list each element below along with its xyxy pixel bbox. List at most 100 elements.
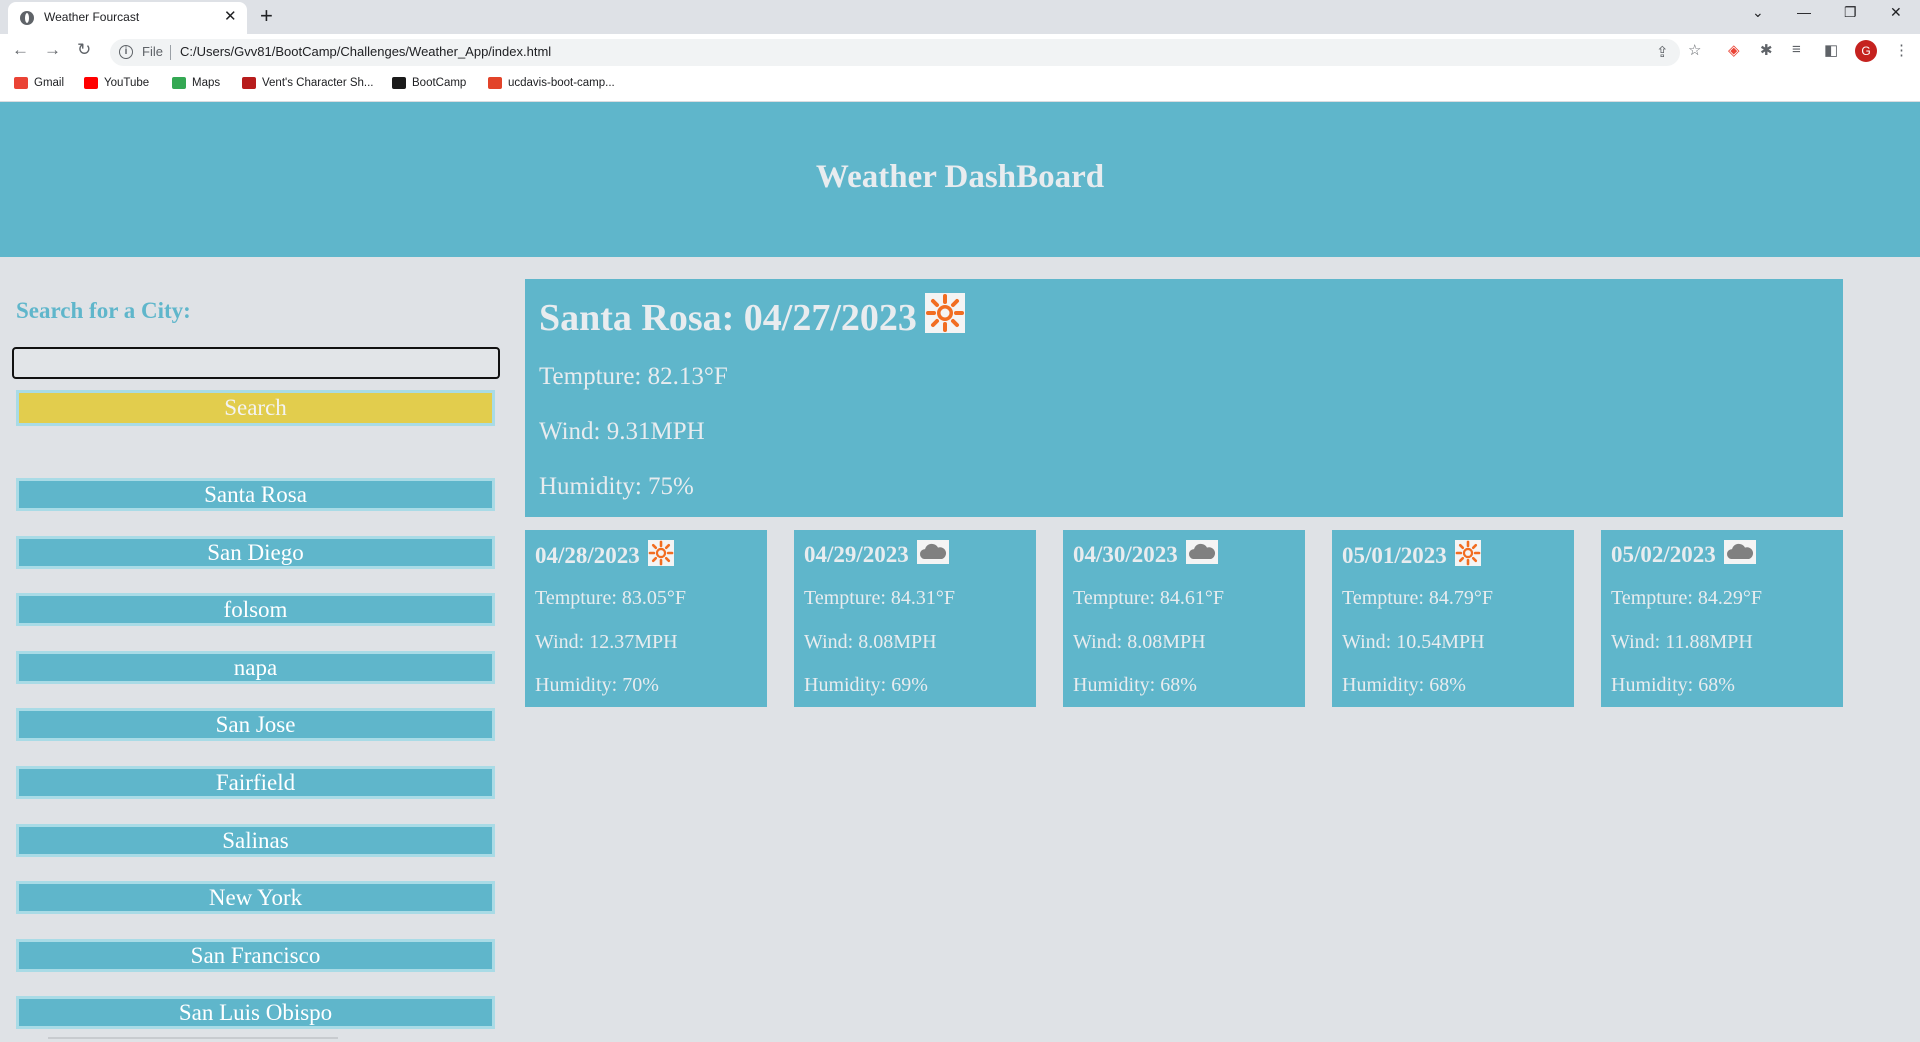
forecast-card: 04/30/2023 Tempture: 84.61°F Wind: 8.08M…: [1063, 530, 1305, 707]
forecast-card: 04/28/2023 Tempture: 83.05°F Wind: 12.37…: [525, 530, 767, 707]
omnibox-divider: [170, 45, 171, 60]
forecast-date: 04/28/2023: [535, 543, 640, 568]
forecast-wind: Wind: 8.08MPH: [804, 631, 937, 653]
history-city-button[interactable]: San Francisco: [16, 939, 495, 972]
forecast-temp: Tempture: 83.05°F: [535, 587, 687, 609]
browser-toolbar: ← → ↻ i File C:/Users/Gvv81/BootCamp/Cha…: [0, 34, 1920, 70]
browser-chrome: Weather Fourcast ✕ + ⌄ — ❐ ✕ ← → ↻ i Fil…: [0, 0, 1920, 102]
horizontal-scrollbar[interactable]: [48, 1037, 338, 1039]
minimize-button[interactable]: —: [1797, 4, 1811, 20]
current-weather-title: Santa Rosa: 04/27/2023: [539, 293, 965, 343]
history-city-button[interactable]: San Jose: [16, 708, 495, 741]
cloud-icon: [1723, 540, 1756, 570]
search-button[interactable]: Search: [16, 390, 495, 426]
forecast-temp: Tempture: 84.31°F: [804, 587, 956, 609]
current-weather-card: Santa Rosa: 04/27/2023 Tempture: 82.13°F…: [525, 279, 1843, 517]
sun-icon: [647, 540, 674, 572]
bookmark-youtube[interactable]: YouTube: [84, 77, 149, 89]
browser-tab[interactable]: Weather Fourcast ✕: [8, 2, 247, 34]
globe-icon: [20, 11, 34, 25]
forecast-temp: Tempture: 84.79°F: [1342, 587, 1494, 609]
bookmark-gitlab[interactable]: ucdavis-boot-camp...: [488, 77, 615, 89]
current-temp: Tempture: 82.13°F: [539, 363, 728, 390]
gitlab-icon: [488, 77, 502, 89]
history-city-button[interactable]: New York: [16, 881, 495, 914]
forecast-date-row: 04/29/2023: [804, 540, 949, 570]
vent-icon: [242, 77, 256, 89]
forecast-card: 05/02/2023 Tempture: 84.29°F Wind: 11.88…: [1601, 530, 1843, 707]
forecast-date: 04/30/2023: [1073, 542, 1178, 567]
history-city-button[interactable]: Fairfield: [16, 766, 495, 799]
sun-icon: [1454, 540, 1481, 572]
forecast-humidity: Humidity: 70%: [535, 674, 659, 696]
history-city-button[interactable]: napa: [16, 651, 495, 684]
history-city-button[interactable]: San Diego: [16, 536, 495, 569]
forecast-date: 04/29/2023: [804, 542, 909, 567]
forecast-humidity: Humidity: 68%: [1611, 674, 1735, 696]
forecast-wind: Wind: 12.37MPH: [535, 631, 678, 653]
bookmark-vent[interactable]: Vent's Character Sh...: [242, 77, 374, 89]
extensions-puzzle-icon[interactable]: ✱: [1760, 41, 1773, 59]
forecast-wind: Wind: 10.54MPH: [1342, 631, 1485, 653]
extension-red-icon[interactable]: ◈: [1728, 41, 1740, 59]
reading-list-icon[interactable]: ≡: [1792, 41, 1801, 58]
share-icon[interactable]: ⇪: [1656, 43, 1669, 61]
menu-kebab-icon[interactable]: ⋮: [1894, 41, 1909, 59]
side-panel-icon[interactable]: ◧: [1824, 41, 1838, 59]
forecast-card: 04/29/2023 Tempture: 84.31°F Wind: 8.08M…: [794, 530, 1036, 707]
forecast-card: 05/01/2023 Tempture: 84.79°F Wind: 10.54…: [1332, 530, 1574, 707]
bookmark-maps[interactable]: Maps: [172, 77, 220, 89]
search-label: Search for a City:: [16, 298, 191, 323]
youtube-icon: [84, 77, 98, 89]
forecast-wind: Wind: 8.08MPH: [1073, 631, 1206, 653]
close-window-button[interactable]: ✕: [1890, 4, 1902, 21]
address-bar[interactable]: i File C:/Users/Gvv81/BootCamp/Challenge…: [110, 39, 1680, 66]
bookmark-label: Maps: [192, 77, 221, 89]
tab-close-icon[interactable]: ✕: [224, 7, 237, 25]
bootcamp-icon: [392, 77, 406, 89]
cloud-icon: [916, 540, 949, 570]
bookmark-label: Gmail: [34, 77, 65, 89]
forecast-date: 05/01/2023: [1342, 543, 1447, 568]
history-city-button[interactable]: Salinas: [16, 824, 495, 857]
bookmark-label: ucdavis-boot-camp...: [508, 77, 615, 89]
bookmark-star-icon[interactable]: ☆: [1688, 41, 1701, 59]
page-title: Weather DashBoard: [815, 159, 1105, 195]
forecast-date-row: 04/30/2023: [1073, 540, 1218, 570]
page-header: Weather DashBoard: [0, 102, 1920, 257]
maps-icon: [172, 77, 186, 89]
forecast-humidity: Humidity: 68%: [1342, 674, 1466, 696]
tab-title: Weather Fourcast: [44, 10, 140, 24]
tab-search-icon[interactable]: ⌄: [1752, 4, 1764, 21]
history-city-button[interactable]: folsom: [16, 593, 495, 626]
cloud-icon: [1185, 540, 1218, 570]
forecast-date-row: 04/28/2023: [535, 540, 674, 572]
forecast-temp: Tempture: 84.29°F: [1611, 587, 1763, 609]
bookmark-label: YouTube: [104, 77, 150, 89]
forecast-date-row: 05/01/2023: [1342, 540, 1481, 572]
city-search-input[interactable]: [12, 347, 500, 379]
new-tab-button[interactable]: +: [260, 3, 273, 29]
history-city-button[interactable]: San Luis Obispo: [16, 996, 495, 1029]
bookmark-label: BootCamp: [412, 77, 467, 89]
back-button[interactable]: ←: [12, 40, 29, 60]
forecast-date-row: 05/02/2023: [1611, 540, 1756, 570]
file-label: File: [142, 44, 163, 59]
forecast-temp: Tempture: 84.61°F: [1073, 587, 1225, 609]
bookmarks-bar: Gmail YouTube Maps Vent's Character Sh..…: [0, 70, 1920, 102]
reload-button[interactable]: ↻: [77, 40, 91, 60]
history-city-button[interactable]: Santa Rosa: [16, 478, 495, 511]
url-text[interactable]: C:/Users/Gvv81/BootCamp/Challenges/Weath…: [180, 44, 551, 59]
forward-button[interactable]: →: [44, 40, 61, 60]
forecast-wind: Wind: 11.88MPH: [1611, 631, 1753, 653]
forecast-humidity: Humidity: 69%: [804, 674, 928, 696]
tab-strip: Weather Fourcast ✕ + ⌄ — ❐ ✕: [0, 0, 1920, 34]
info-icon[interactable]: i: [119, 45, 133, 59]
forecast-humidity: Humidity: 68%: [1073, 674, 1197, 696]
restore-button[interactable]: ❐: [1844, 4, 1857, 21]
current-city-date: Santa Rosa: 04/27/2023: [539, 297, 917, 339]
bookmark-bootcamp[interactable]: BootCamp: [392, 77, 466, 89]
bookmark-gmail[interactable]: Gmail: [14, 77, 64, 89]
bookmark-label: Vent's Character Sh...: [262, 77, 374, 89]
profile-avatar[interactable]: G: [1855, 40, 1877, 62]
